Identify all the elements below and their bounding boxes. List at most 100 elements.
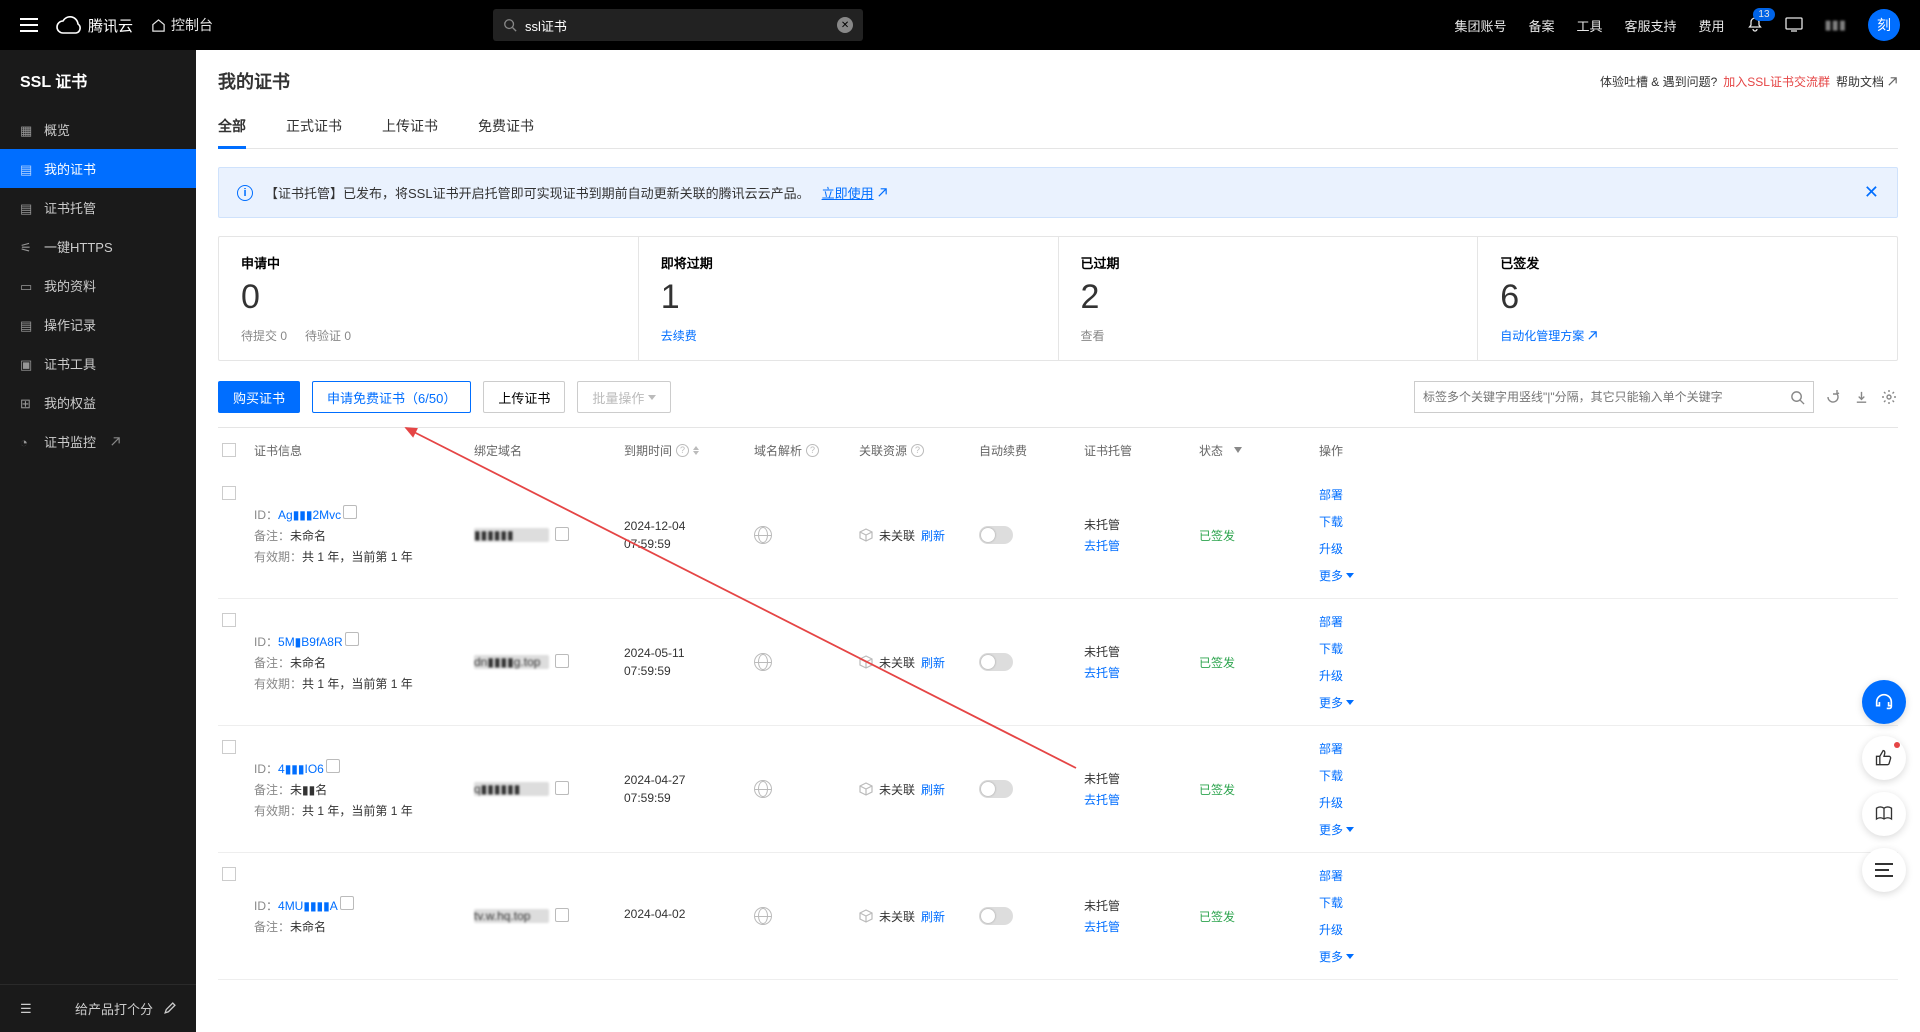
join-group-link[interactable]: 加入SSL证书交流群: [1723, 73, 1830, 90]
top-item-account[interactable]: 集团账号: [1454, 16, 1506, 35]
refresh-link[interactable]: 刷新: [921, 527, 945, 544]
op-deploy[interactable]: 部署: [1319, 486, 1894, 503]
go-hosting-link[interactable]: 去托管: [1084, 664, 1199, 681]
top-search-input[interactable]: [525, 18, 837, 33]
help-doc-link[interactable]: 帮助文档: [1836, 73, 1898, 90]
top-item-tools[interactable]: 工具: [1576, 16, 1602, 35]
tab-formal[interactable]: 正式证书: [286, 108, 342, 148]
row-checkbox[interactable]: [222, 486, 236, 500]
copy-icon[interactable]: [557, 910, 569, 922]
select-all-checkbox[interactable]: [222, 443, 236, 457]
top-item-support[interactable]: 客服支持: [1625, 16, 1677, 35]
filter-icon[interactable]: [1234, 447, 1242, 453]
sort-icon[interactable]: [693, 446, 699, 455]
op-download[interactable]: 下载: [1319, 767, 1894, 784]
op-more[interactable]: 更多: [1319, 694, 1894, 711]
help-icon[interactable]: ?: [806, 444, 819, 457]
col-expire[interactable]: 到期时间?: [624, 442, 754, 459]
apply-free-button[interactable]: 申请免费证书（6/50）: [312, 381, 471, 413]
auto-renew-toggle[interactable]: [979, 780, 1013, 798]
op-deploy[interactable]: 部署: [1319, 740, 1894, 757]
batch-ops-button[interactable]: 批量操作: [577, 381, 671, 413]
op-upgrade[interactable]: 升级: [1319, 921, 1894, 938]
op-download[interactable]: 下载: [1319, 640, 1894, 657]
avatar[interactable]: 刻: [1868, 9, 1900, 41]
tab-upload[interactable]: 上传证书: [382, 108, 438, 148]
sidebar-item-benefits[interactable]: ⊞我的权益: [0, 383, 196, 422]
close-banner-icon[interactable]: ✕: [1864, 182, 1879, 203]
auto-renew-toggle[interactable]: [979, 907, 1013, 925]
op-upgrade[interactable]: 升级: [1319, 667, 1894, 684]
row-checkbox[interactable]: [222, 740, 236, 754]
automation-link[interactable]: 自动化管理方案: [1500, 327, 1598, 344]
copy-icon[interactable]: [345, 507, 357, 519]
copy-icon[interactable]: [557, 529, 569, 541]
cert-id-value[interactable]: Ag▮▮▮2Mvc: [278, 508, 341, 522]
refresh-link[interactable]: 刷新: [921, 908, 945, 925]
table-search[interactable]: [1414, 381, 1814, 413]
sidebar-item-my-certs[interactable]: ▤我的证书: [0, 149, 196, 188]
op-more[interactable]: 更多: [1319, 567, 1894, 584]
refresh-link[interactable]: 刷新: [921, 654, 945, 671]
go-hosting-link[interactable]: 去托管: [1084, 537, 1199, 554]
op-deploy[interactable]: 部署: [1319, 867, 1894, 884]
search-icon[interactable]: [1790, 390, 1805, 405]
copy-icon[interactable]: [328, 761, 340, 773]
docs-fab[interactable]: [1862, 792, 1906, 836]
refresh-icon[interactable]: [1824, 388, 1842, 406]
stat-foot-view[interactable]: 查看: [1081, 327, 1105, 344]
op-download[interactable]: 下载: [1319, 894, 1894, 911]
top-search[interactable]: ✕: [493, 9, 863, 41]
cert-id-value[interactable]: 4▮▮▮IO6: [278, 762, 324, 776]
op-more[interactable]: 更多: [1319, 948, 1894, 965]
op-more[interactable]: 更多: [1319, 821, 1894, 838]
auto-renew-toggle[interactable]: [979, 526, 1013, 544]
sidebar-item-logs[interactable]: ▤操作记录: [0, 305, 196, 344]
clear-search-icon[interactable]: ✕: [837, 17, 853, 33]
op-deploy[interactable]: 部署: [1319, 613, 1894, 630]
op-upgrade[interactable]: 升级: [1319, 794, 1894, 811]
cert-id-value[interactable]: 5M▮B9fA8R: [278, 635, 343, 649]
console-link[interactable]: 控制台: [151, 15, 213, 35]
user-name[interactable]: ▮▮▮: [1825, 17, 1846, 33]
tab-free[interactable]: 免费证书: [478, 108, 534, 148]
sidebar-item-overview[interactable]: ▦概览: [0, 110, 196, 149]
row-checkbox[interactable]: [222, 613, 236, 627]
copy-icon[interactable]: [342, 898, 354, 910]
buy-cert-button[interactable]: 购买证书: [218, 381, 300, 413]
sidebar-footer[interactable]: ☰ 给产品打个分: [0, 984, 196, 1032]
sidebar-item-https[interactable]: ⚟一键HTTPS: [0, 227, 196, 266]
upload-cert-button[interactable]: 上传证书: [483, 381, 565, 413]
sidebar-item-monitor[interactable]: ◔证书监控: [0, 422, 196, 461]
copy-icon[interactable]: [347, 634, 359, 646]
help-icon[interactable]: ?: [911, 444, 924, 457]
banner-link[interactable]: 立即使用: [822, 183, 888, 202]
help-icon[interactable]: ?: [676, 444, 689, 457]
top-item-cost[interactable]: 费用: [1699, 16, 1725, 35]
assistant-icon[interactable]: [1785, 16, 1803, 35]
brand-logo[interactable]: 腾讯云: [56, 15, 133, 36]
op-upgrade[interactable]: 升级: [1319, 540, 1894, 557]
top-item-beian[interactable]: 备案: [1528, 16, 1554, 35]
copy-icon[interactable]: [557, 783, 569, 795]
go-hosting-link[interactable]: 去托管: [1084, 791, 1199, 808]
sidebar-item-tools[interactable]: ▣证书工具: [0, 344, 196, 383]
auto-renew-toggle[interactable]: [979, 653, 1013, 671]
table-search-input[interactable]: [1423, 390, 1790, 404]
sidebar-item-hosting[interactable]: ▤证书托管: [0, 188, 196, 227]
support-fab[interactable]: [1862, 680, 1906, 724]
sidebar-item-profile[interactable]: ▭我的资料: [0, 266, 196, 305]
refresh-link[interactable]: 刷新: [921, 781, 945, 798]
op-download[interactable]: 下载: [1319, 513, 1894, 530]
row-checkbox[interactable]: [222, 867, 236, 881]
download-icon[interactable]: [1852, 388, 1870, 406]
menu-fab[interactable]: [1862, 848, 1906, 892]
thumbs-fab[interactable]: [1862, 736, 1906, 780]
settings-icon[interactable]: [1880, 388, 1898, 406]
go-hosting-link[interactable]: 去托管: [1084, 918, 1199, 935]
tab-all[interactable]: 全部: [218, 108, 246, 149]
renew-link[interactable]: 去续费: [661, 327, 697, 344]
copy-icon[interactable]: [557, 656, 569, 668]
col-status[interactable]: 状态: [1199, 442, 1319, 459]
cert-id-value[interactable]: 4MU▮▮▮▮A: [278, 899, 338, 913]
